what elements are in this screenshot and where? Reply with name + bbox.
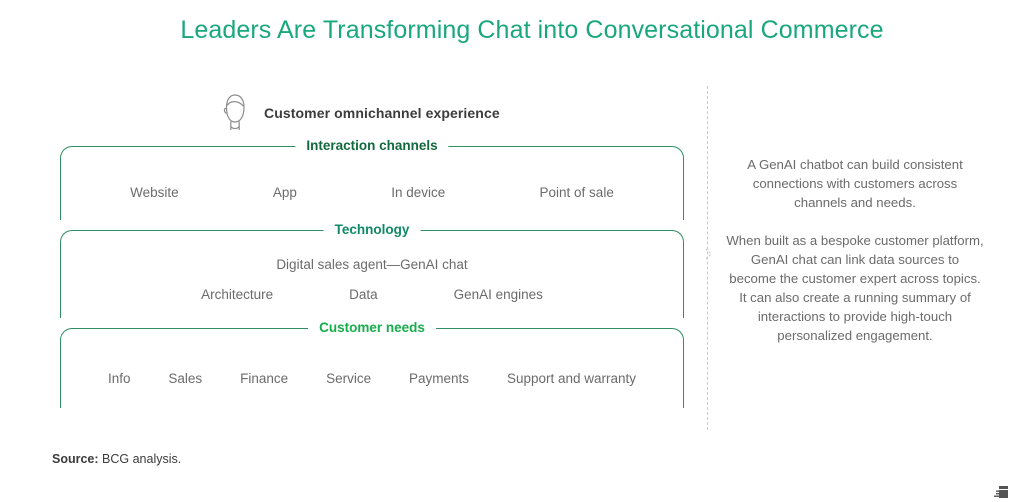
item-sales[interactable]: Sales xyxy=(168,371,202,386)
item-payments[interactable]: Payments xyxy=(409,371,469,386)
item-finance[interactable]: Finance xyxy=(240,371,288,386)
technology-subitems: Architecture Data GenAI engines xyxy=(61,287,683,302)
page-title: Leaders Are Transforming Chat into Conve… xyxy=(180,16,884,44)
group-label-customer-needs: Customer needs xyxy=(308,320,436,336)
item-data[interactable]: Data xyxy=(349,287,378,302)
group-label-technology: Technology xyxy=(323,222,421,238)
group-frame: Technology Digital sales agent—GenAI cha… xyxy=(60,222,684,318)
group-customer-needs: Customer needs Info Sales Finance Servic… xyxy=(60,320,684,408)
item-app[interactable]: App xyxy=(273,185,297,200)
item-digital-sales-agent[interactable]: Digital sales agent—GenAI chat xyxy=(61,257,683,272)
group-items-interaction-channels: Website App In device Point of sale xyxy=(61,185,683,200)
diagram-column: Customer omnichannel experience Interact… xyxy=(60,90,684,408)
item-info[interactable]: Info xyxy=(108,371,131,386)
corner-logo-mark xyxy=(994,486,1008,498)
group-frame: Customer needs Info Sales Finance Servic… xyxy=(60,320,684,408)
item-architecture[interactable]: Architecture xyxy=(201,287,273,302)
commentary-paragraph-2: When built as a bespoke customer platfor… xyxy=(726,233,984,343)
group-frame: Interaction channels Website App In devi… xyxy=(60,138,684,220)
chevron-right-icon xyxy=(705,248,712,260)
commentary-paragraph-1: A GenAI chatbot can build consistent con… xyxy=(747,157,963,210)
item-genai-engines[interactable]: GenAI engines xyxy=(454,287,543,302)
source-note: Source: BCG analysis. xyxy=(52,452,181,466)
group-label-interaction-channels: Interaction channels xyxy=(295,138,449,154)
person-head-icon xyxy=(223,94,245,130)
omnichannel-label: Customer omnichannel experience xyxy=(264,105,500,121)
item-point-of-sale[interactable]: Point of sale xyxy=(540,185,614,200)
group-technology: Technology Digital sales agent—GenAI cha… xyxy=(60,222,684,318)
item-support-and-warranty[interactable]: Support and warranty xyxy=(507,371,636,386)
omnichannel-header: Customer omnichannel experience xyxy=(218,90,684,136)
item-website[interactable]: Website xyxy=(130,185,179,200)
group-interaction-channels: Interaction channels Website App In devi… xyxy=(60,138,684,220)
group-items-technology: Digital sales agent—GenAI chat Architect… xyxy=(61,257,683,302)
source-value: BCG analysis. xyxy=(102,452,182,466)
item-service[interactable]: Service xyxy=(326,371,371,386)
commentary-panel: A GenAI chatbot can build consistent con… xyxy=(726,155,984,345)
source-label: Source: xyxy=(52,452,99,466)
item-in-device[interactable]: In device xyxy=(391,185,445,200)
group-items-customer-needs: Info Sales Finance Service Payments Supp… xyxy=(61,371,683,386)
